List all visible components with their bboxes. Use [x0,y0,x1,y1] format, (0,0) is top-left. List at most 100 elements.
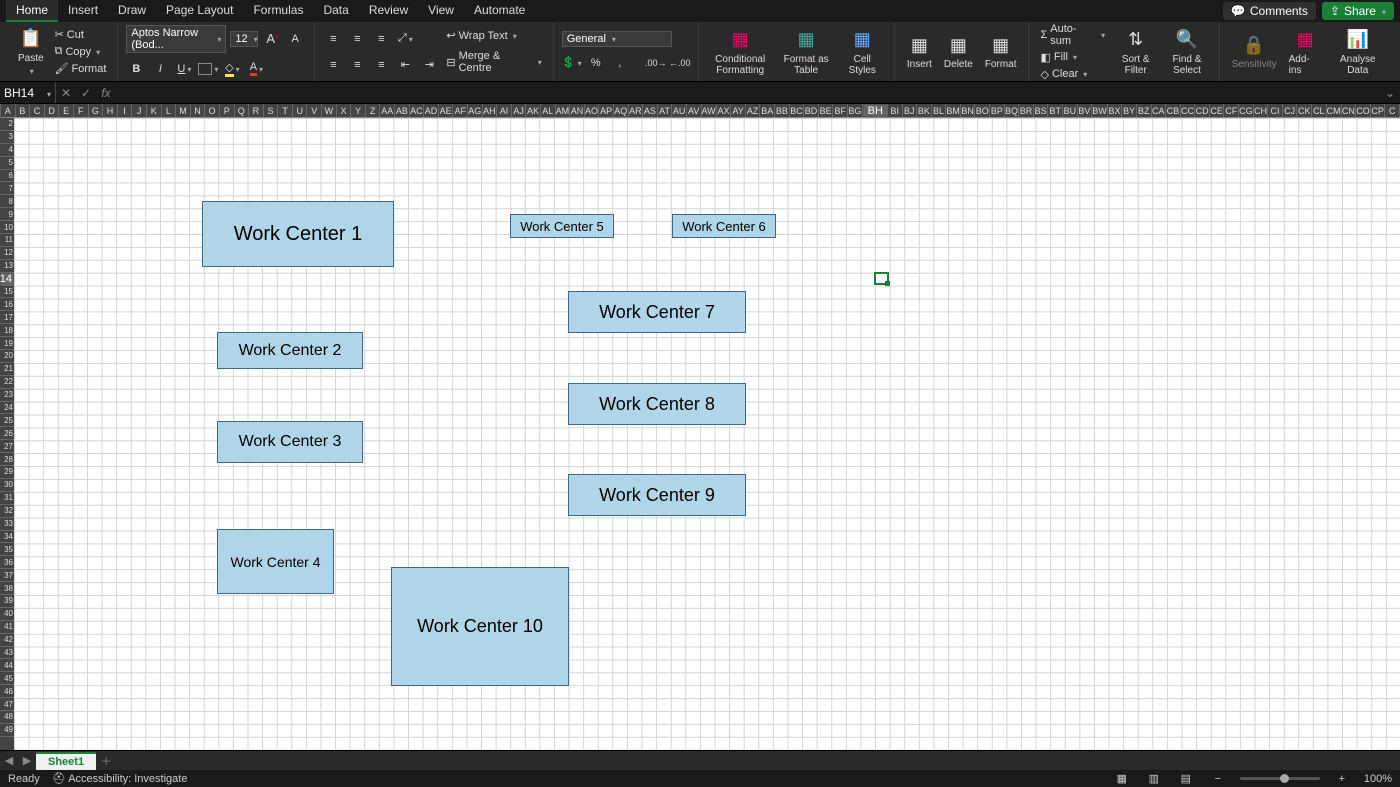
cut-button[interactable]: ✂Cut [52,27,110,42]
bold-button[interactable]: B [126,59,146,79]
col-header[interactable]: AY [731,104,746,117]
shape-work-center[interactable]: Work Center 9 [568,474,746,516]
col-header[interactable]: AV [687,104,702,117]
cells-area[interactable]: Work Center 1 Work Center 5 Work Center 6 W… [14,118,1400,750]
col-header[interactable]: Y [351,104,366,117]
row-header[interactable]: 48 [0,711,14,724]
name-box[interactable]: BH14 [0,82,56,103]
normal-view-button[interactable]: ▦ [1112,772,1132,785]
col-header[interactable]: BA [760,104,775,117]
row-header[interactable]: 13 [0,260,14,273]
col-header[interactable]: BC [790,104,805,117]
formula-input[interactable] [116,82,1380,103]
paste-button[interactable]: 📋 Paste [14,25,48,79]
col-header[interactable]: AO [585,104,600,117]
col-header[interactable]: BF [833,104,848,117]
page-break-view-button[interactable]: ▤ [1176,772,1196,785]
col-header[interactable]: AW [702,104,717,117]
menu-tab-page-layout[interactable]: Page Layout [156,0,243,22]
col-header[interactable]: BB [775,104,790,117]
col-header[interactable]: CM [1327,104,1342,117]
shape-work-center[interactable]: Work Center 4 [217,529,334,594]
shape-work-center[interactable]: Work Center 6 [672,214,776,238]
fill-button[interactable]: ◧Fill [1037,50,1108,65]
row-header[interactable]: 19 [0,337,14,350]
col-header[interactable]: BK [917,104,932,117]
row-header[interactable]: 43 [0,647,14,660]
col-header[interactable]: T [278,104,293,117]
col-header[interactable]: BU [1063,104,1078,117]
sensitivity-button[interactable]: 🔒Sensitivity [1228,31,1281,72]
analyse-data-button[interactable]: 📊Analyse Data [1330,26,1386,78]
row-header[interactable]: 16 [0,298,14,311]
row-header[interactable]: 27 [0,440,14,453]
zoom-thumb[interactable] [1280,774,1289,783]
menu-tab-home[interactable]: Home [6,0,58,22]
find-select-button[interactable]: 🔍Find & Select [1163,26,1210,78]
row-header[interactable]: 10 [0,221,14,234]
menu-tab-review[interactable]: Review [359,0,418,22]
menu-tab-draw[interactable]: Draw [108,0,156,22]
row-header[interactable]: 32 [0,505,14,518]
add-sheet-button[interactable]: ＋ [96,753,116,769]
row-header[interactable]: 35 [0,543,14,556]
wrap-text-button[interactable]: ↩Wrap Text [443,28,544,43]
menu-tab-data[interactable]: Data [313,0,358,22]
row-header[interactable]: 25 [0,414,14,427]
col-header[interactable]: AL [541,104,556,117]
increase-font-button[interactable]: A^ [262,29,282,49]
col-header[interactable]: BX [1108,104,1123,117]
shape-work-center[interactable]: Work Center 1 [202,201,394,267]
col-header[interactable]: AS [643,104,658,117]
col-header[interactable]: AH [483,104,498,117]
menu-tab-insert[interactable]: Insert [58,0,108,22]
increase-indent-button[interactable]: ⇥ [419,55,439,75]
col-header[interactable]: V [307,104,322,117]
col-header[interactable]: CJ [1283,104,1298,117]
comma-button[interactable]: , [610,53,630,73]
row-header[interactable]: 45 [0,672,14,685]
row-header[interactable]: 20 [0,350,14,363]
copy-button[interactable]: ⧉Copy [52,44,110,59]
col-header[interactable]: AG [468,104,483,117]
row-header[interactable]: 40 [0,608,14,621]
auto-sum-button[interactable]: ΣAuto-sum [1037,22,1108,48]
percent-button[interactable]: % [586,53,606,73]
share-button[interactable]: ⇪ Share [1322,2,1394,20]
col-header[interactable]: AJ [512,104,527,117]
col-header[interactable]: X [337,104,352,117]
row-header[interactable]: 15 [0,286,14,299]
shape-work-center[interactable]: Work Center 5 [510,214,614,238]
col-header[interactable]: BO [975,104,990,117]
decrease-font-button[interactable]: Aˇ [286,29,306,49]
col-header[interactable]: O [205,104,220,117]
shape-work-center[interactable]: Work Center 2 [217,332,363,369]
page-layout-view-button[interactable]: ▥ [1144,772,1164,785]
italic-button[interactable]: I [150,59,170,79]
col-header[interactable]: CI [1268,104,1283,117]
clear-button[interactable]: ◇Clear [1037,67,1108,82]
row-header[interactable]: 18 [0,324,14,337]
col-header[interactable]: AK [526,104,541,117]
zoom-slider[interactable] [1240,777,1320,780]
zoom-out-button[interactable]: − [1208,773,1228,785]
col-header[interactable]: BE [819,104,834,117]
align-middle-button[interactable]: ≡ [347,29,367,49]
menu-tab-formulas[interactable]: Formulas [243,0,313,22]
merge-centre-button[interactable]: ⊟Merge & Centre [443,49,544,75]
col-header[interactable]: BT [1048,104,1063,117]
row-header[interactable]: 2 [0,118,14,131]
row-header[interactable]: 44 [0,659,14,672]
decrease-indent-button[interactable]: ⇤ [395,55,415,75]
row-header[interactable]: 39 [0,595,14,608]
col-header[interactable]: CN [1342,104,1357,117]
col-header[interactable]: AR [629,104,644,117]
col-header[interactable]: AC [410,104,425,117]
col-header[interactable]: E [59,104,74,117]
row-header[interactable]: 42 [0,634,14,647]
row-header[interactable]: 26 [0,427,14,440]
col-header[interactable]: AE [439,104,454,117]
cell-styles-button[interactable]: ▦Cell Styles [839,26,886,78]
col-header[interactable]: BP [990,104,1005,117]
row-header[interactable]: 4 [0,144,14,157]
